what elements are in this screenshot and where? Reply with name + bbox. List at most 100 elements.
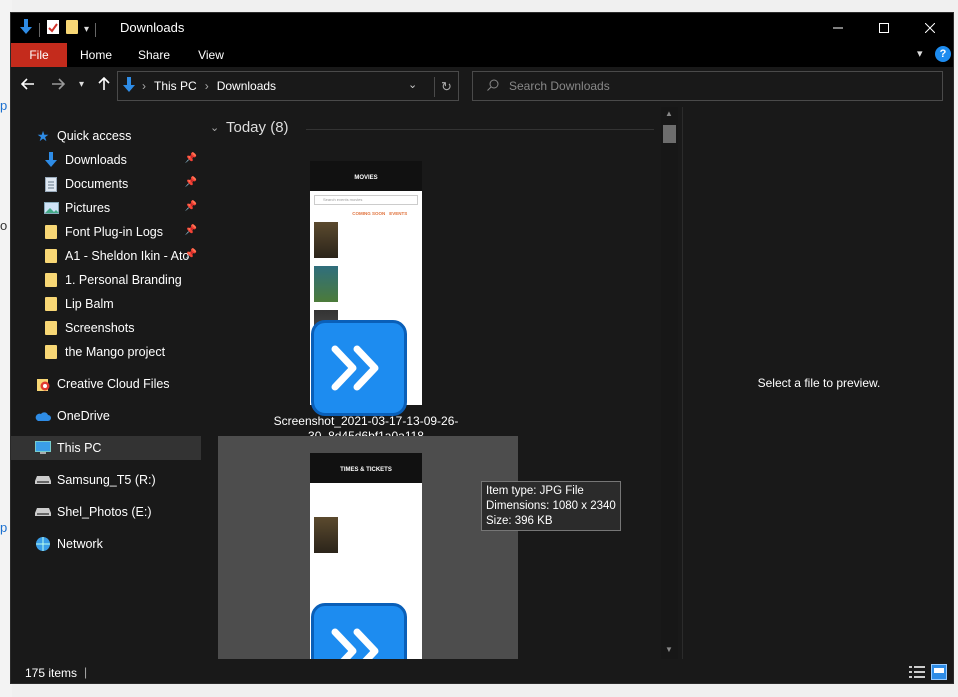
- sidebar-item-samsung-t5[interactable]: Samsung_T5 (R:): [11, 468, 201, 492]
- download-arrow-icon: [122, 76, 136, 96]
- maximize-button[interactable]: [861, 13, 907, 43]
- up-arrow-icon[interactable]: [97, 76, 111, 96]
- new-folder-icon[interactable]: [66, 20, 78, 39]
- scroll-down-icon[interactable]: ▼: [665, 645, 673, 654]
- sidebar-item-label: Shel_Photos (E:): [57, 505, 152, 519]
- vertical-scrollbar[interactable]: ▲ ▼: [661, 107, 678, 659]
- search-placeholder: Search Downloads: [509, 79, 610, 93]
- movie-poster: [314, 266, 338, 302]
- app-tab: EVENTS: [389, 211, 408, 216]
- sidebar-item-mango-project[interactable]: the Mango project: [11, 340, 201, 364]
- navigation-bar: ▾ › This PC › Downloads ⌄ ↻ Search Downl…: [11, 67, 953, 107]
- tab-share[interactable]: Share: [129, 43, 179, 67]
- group-header-today[interactable]: ⌄ Today (8): [210, 119, 289, 136]
- minimize-button[interactable]: [815, 13, 861, 43]
- sidebar-item-label: Pictures: [65, 201, 111, 215]
- toolbar-separator: [95, 22, 97, 37]
- sidebar-item-label: A1 - Sheldon Ikin - Ato: [65, 249, 190, 263]
- back-arrow-icon[interactable]: [20, 77, 35, 96]
- expand-ribbon-chevron-icon[interactable]: ▾: [917, 47, 923, 60]
- ribbon-tabs: File Home Share View ▾ ?: [11, 43, 953, 67]
- refresh-icon[interactable]: ↻: [434, 77, 458, 97]
- pictures-icon: [43, 200, 59, 216]
- forward-arrow-icon[interactable]: [51, 77, 66, 96]
- sidebar-item-label: 1. Personal Branding: [65, 273, 182, 287]
- app-location: Morley: [314, 486, 328, 491]
- sidebar-item-label: Network: [57, 537, 103, 551]
- breadcrumb-this-pc[interactable]: This PC: [154, 79, 197, 93]
- sidebar-item-quick-access[interactable]: ★ Quick access: [11, 124, 201, 148]
- movie-poster: [314, 517, 338, 553]
- navigation-pane: ★ Quick access Downloads 📌 Documents 📌 P…: [11, 107, 201, 659]
- sidebar-item-personal-branding[interactable]: 1. Personal Branding: [11, 268, 201, 292]
- sidebar-item-label: Quick access: [57, 129, 132, 143]
- search-icon: [487, 79, 499, 94]
- sidebar-item-pictures[interactable]: Pictures 📌: [11, 196, 201, 220]
- sidebar-item-label: Documents: [65, 177, 129, 191]
- cloud-icon: [35, 408, 51, 424]
- sidebar-item-label: the Mango project: [65, 345, 166, 359]
- preview-pane: Select a file to preview.: [682, 107, 953, 659]
- download-arrow-icon: [19, 19, 33, 40]
- sidebar-item-creative-cloud[interactable]: Creative Cloud Files: [11, 372, 201, 396]
- app-day-tabs: TODAY TOMORROW FRI 19/03 SAT 20/03 SUN 2…: [314, 497, 407, 502]
- folder-icon: [43, 248, 59, 264]
- sidebar-item-label: OneDrive: [57, 409, 110, 423]
- movie-title: Chaos Walking: [342, 222, 375, 227]
- app-tabs: NOW SHOWING COMING SOON EVENTS: [310, 209, 422, 218]
- sidebar-item-label: This PC: [57, 441, 102, 455]
- sidebar-item-shel-photos[interactable]: Shel_Photos (E:): [11, 500, 201, 524]
- close-button[interactable]: [907, 13, 953, 43]
- tooltip-dimensions: Dimensions: 1080 x 2340: [486, 500, 616, 512]
- movie-poster: [314, 222, 338, 258]
- drive-icon: [35, 472, 51, 488]
- pin-icon: 📌: [184, 225, 197, 236]
- customize-toolbar-chevron-icon[interactable]: ▾: [84, 24, 89, 35]
- computer-icon: [35, 440, 51, 456]
- recent-locations-chevron-icon[interactable]: ▾: [79, 79, 84, 90]
- properties-icon[interactable]: [46, 19, 60, 40]
- address-history-chevron-icon[interactable]: ⌄: [408, 78, 417, 91]
- document-icon: [43, 176, 59, 192]
- folder-icon: [43, 320, 59, 336]
- scroll-up-icon[interactable]: ▲: [665, 109, 673, 118]
- help-icon[interactable]: ?: [935, 46, 951, 62]
- breadcrumb-downloads[interactable]: Downloads: [217, 79, 276, 93]
- sidebar-item-network[interactable]: Network: [11, 532, 201, 556]
- folder-icon: [43, 296, 59, 312]
- sidebar-item-label: Downloads: [65, 153, 127, 167]
- group-header-label: Today (8): [226, 119, 289, 136]
- collapse-chevron-icon[interactable]: ⌄: [210, 121, 226, 134]
- folder-icon: [43, 344, 59, 360]
- details-view-icon[interactable]: [909, 665, 925, 682]
- sidebar-item-documents[interactable]: Documents 📌: [11, 172, 201, 196]
- pin-icon: 📌: [184, 249, 197, 260]
- pin-icon: 📌: [184, 177, 197, 188]
- fast-forward-app-icon: [311, 603, 407, 659]
- fast-forward-app-icon: [311, 320, 407, 416]
- sidebar-item-screenshots[interactable]: Screenshots: [11, 316, 201, 340]
- sidebar-item-font-plug-in-logs[interactable]: Font Plug-in Logs 📌: [11, 220, 201, 244]
- toolbar-separator: [39, 22, 40, 37]
- movie-title: Chaos Walking: [342, 517, 375, 522]
- large-icons-view-icon[interactable]: [931, 664, 947, 683]
- creative-cloud-icon: [35, 376, 51, 392]
- address-bar[interactable]: › This PC › Downloads ⌄ ↻: [117, 71, 459, 101]
- sidebar-item-this-pc[interactable]: This PC: [11, 436, 201, 460]
- app-header: TIMES & TICKETS: [310, 453, 422, 483]
- sidebar-item-a1-sheldon-ikin[interactable]: A1 - Sheldon Ikin - Ato 📌: [11, 244, 201, 268]
- file-list: ⌄ Today (8) MOVIES Search events movies …: [210, 107, 680, 659]
- item-count: 175 items: [25, 666, 78, 680]
- breadcrumb-chevron-icon: ›: [204, 79, 209, 93]
- movie-card: Chaos Walking: [310, 218, 422, 262]
- tab-view[interactable]: View: [186, 43, 236, 67]
- tab-home[interactable]: Home: [71, 43, 121, 67]
- sidebar-item-onedrive[interactable]: OneDrive: [11, 404, 201, 428]
- sidebar-item-lip-balm[interactable]: Lip Balm: [11, 292, 201, 316]
- scrollbar-thumb[interactable]: [663, 125, 676, 143]
- search-input[interactable]: Search Downloads: [472, 71, 943, 101]
- sidebar-item-downloads[interactable]: Downloads 📌: [11, 148, 201, 172]
- preview-empty-message: Select a file to preview.: [757, 376, 881, 390]
- tab-file[interactable]: File: [11, 43, 67, 67]
- folder-icon: [43, 224, 59, 240]
